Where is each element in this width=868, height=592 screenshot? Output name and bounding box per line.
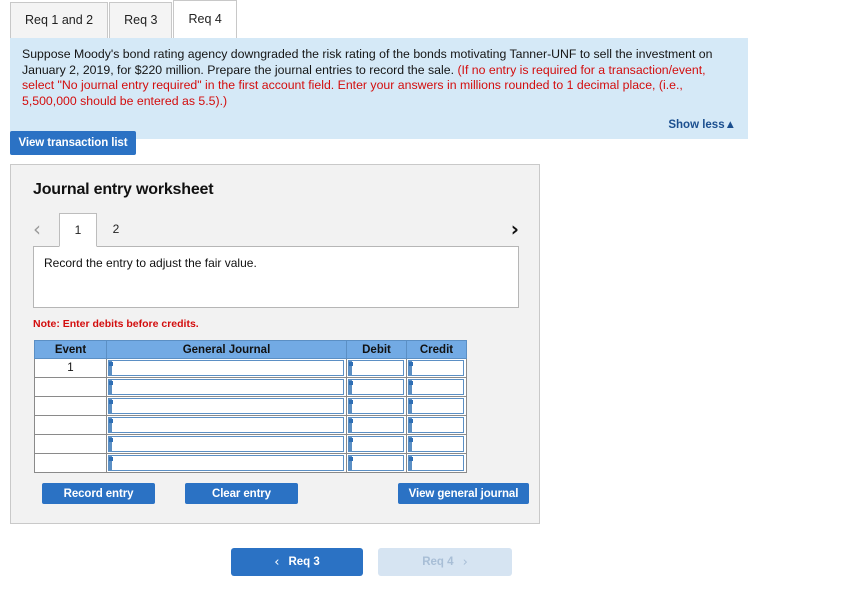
- general-journal-input[interactable]: [108, 379, 344, 395]
- tab-req-3[interactable]: Req 3: [109, 2, 173, 38]
- general-journal-input[interactable]: [108, 455, 344, 471]
- journal-entry-worksheet-card: Journal entry worksheet ‹ 1 2 › Record t…: [10, 164, 540, 524]
- general-journal-input[interactable]: [108, 398, 344, 414]
- next-requirement-button: Req 4 ›: [378, 548, 512, 576]
- debit-cell[interactable]: [346, 415, 407, 435]
- prev-requirement-button[interactable]: ‹ Req 3: [231, 548, 363, 576]
- button-label: View general journal: [408, 487, 519, 500]
- event-cell: [34, 434, 107, 454]
- general-journal-cell[interactable]: [106, 434, 347, 454]
- table-row: [34, 377, 467, 397]
- requirement-navigation: ‹ Req 3 Req 4 ›: [231, 548, 512, 576]
- clear-entry-button[interactable]: Clear entry: [185, 483, 298, 504]
- worksheet-pager: ‹ 1 2 ›: [33, 213, 519, 247]
- credit-cell[interactable]: [406, 396, 467, 416]
- debit-cell[interactable]: [346, 396, 407, 416]
- credit-cell[interactable]: [406, 415, 467, 435]
- button-label: Clear entry: [212, 487, 271, 500]
- button-label: Req 3: [288, 556, 320, 568]
- debit-input[interactable]: [348, 360, 404, 376]
- general-journal-input[interactable]: [108, 417, 344, 433]
- chevron-right-icon: ›: [462, 554, 468, 570]
- debit-input[interactable]: [348, 455, 404, 471]
- show-less-toggle[interactable]: Show less▲: [22, 119, 736, 131]
- event-cell: 1: [34, 358, 107, 378]
- table-row: [34, 453, 467, 473]
- worksheet-title: Journal entry worksheet: [33, 181, 214, 198]
- table-row: [34, 396, 467, 416]
- chevron-left-icon[interactable]: ‹: [33, 215, 41, 243]
- general-journal-cell[interactable]: [106, 453, 347, 473]
- debits-before-credits-note: Note: Enter debits before credits.: [33, 318, 199, 330]
- tab-label: Req 3: [124, 13, 158, 28]
- button-label: Record entry: [63, 487, 134, 500]
- debit-cell[interactable]: [346, 453, 407, 473]
- pager-page-list: 1 2: [59, 213, 135, 247]
- column-header-debit: Debit: [346, 340, 407, 359]
- tab-req-4[interactable]: Req 4: [173, 0, 237, 38]
- tab-label: Req 4: [188, 12, 222, 27]
- general-journal-input[interactable]: [108, 436, 344, 452]
- table-row: [34, 434, 467, 454]
- chevron-left-icon: ‹: [274, 554, 280, 570]
- event-cell: [34, 415, 107, 435]
- pager-page-2[interactable]: 2: [97, 213, 135, 245]
- column-header-event: Event: [34, 340, 107, 359]
- column-header-credit: Credit: [406, 340, 467, 359]
- credit-input[interactable]: [408, 417, 464, 433]
- general-journal-cell[interactable]: [106, 358, 347, 378]
- worksheet-actions: Record entry Clear entry View general jo…: [33, 483, 529, 505]
- instructions-text: Suppose Moody's bond rating agency downg…: [22, 47, 736, 109]
- button-label: Req 4: [422, 556, 454, 568]
- credit-input[interactable]: [408, 398, 464, 414]
- instructions-panel: Suppose Moody's bond rating agency downg…: [10, 38, 748, 139]
- column-header-general-journal: General Journal: [106, 340, 347, 359]
- table-header-row: Event General Journal Debit Credit: [34, 340, 467, 359]
- entry-description-box: Record the entry to adjust the fair valu…: [33, 246, 519, 308]
- pager-page-1[interactable]: 1: [59, 213, 97, 247]
- debit-input[interactable]: [348, 436, 404, 452]
- table-row: [34, 415, 467, 435]
- credit-cell[interactable]: [406, 358, 467, 378]
- credit-cell[interactable]: [406, 453, 467, 473]
- general-journal-cell[interactable]: [106, 377, 347, 397]
- credit-input[interactable]: [408, 455, 464, 471]
- general-journal-cell[interactable]: [106, 415, 347, 435]
- pager-page-label: 1: [74, 223, 82, 237]
- view-transaction-list-button[interactable]: View transaction list: [10, 131, 136, 155]
- credit-cell[interactable]: [406, 377, 467, 397]
- debit-cell[interactable]: [346, 434, 407, 454]
- requirement-tabs: Req 1 and 2 Req 3 Req 4: [10, 0, 238, 38]
- journal-entry-table: Event General Journal Debit Credit 1: [34, 340, 467, 473]
- debit-cell[interactable]: [346, 377, 407, 397]
- pager-page-label: 2: [112, 222, 120, 236]
- caret-up-icon: ▲: [724, 119, 736, 131]
- show-less-label: Show less: [668, 119, 725, 131]
- credit-input[interactable]: [408, 379, 464, 395]
- debit-input[interactable]: [348, 398, 404, 414]
- event-cell: [34, 377, 107, 397]
- debit-cell[interactable]: [346, 358, 407, 378]
- button-label: View transaction list: [18, 137, 128, 149]
- tab-label: Req 1 and 2: [25, 13, 94, 28]
- tab-req-1-and-2[interactable]: Req 1 and 2: [10, 2, 109, 38]
- chevron-right-icon[interactable]: ›: [511, 215, 519, 243]
- credit-input[interactable]: [408, 360, 464, 376]
- record-entry-button[interactable]: Record entry: [42, 483, 155, 504]
- view-general-journal-button[interactable]: View general journal: [398, 483, 529, 504]
- debit-input[interactable]: [348, 417, 404, 433]
- event-cell: [34, 453, 107, 473]
- credit-cell[interactable]: [406, 434, 467, 454]
- general-journal-input[interactable]: [108, 360, 344, 376]
- entry-description-text: Record the entry to adjust the fair valu…: [44, 256, 257, 270]
- table-row: 1: [34, 358, 467, 378]
- credit-input[interactable]: [408, 436, 464, 452]
- debit-input[interactable]: [348, 379, 404, 395]
- general-journal-cell[interactable]: [106, 396, 347, 416]
- event-cell: [34, 396, 107, 416]
